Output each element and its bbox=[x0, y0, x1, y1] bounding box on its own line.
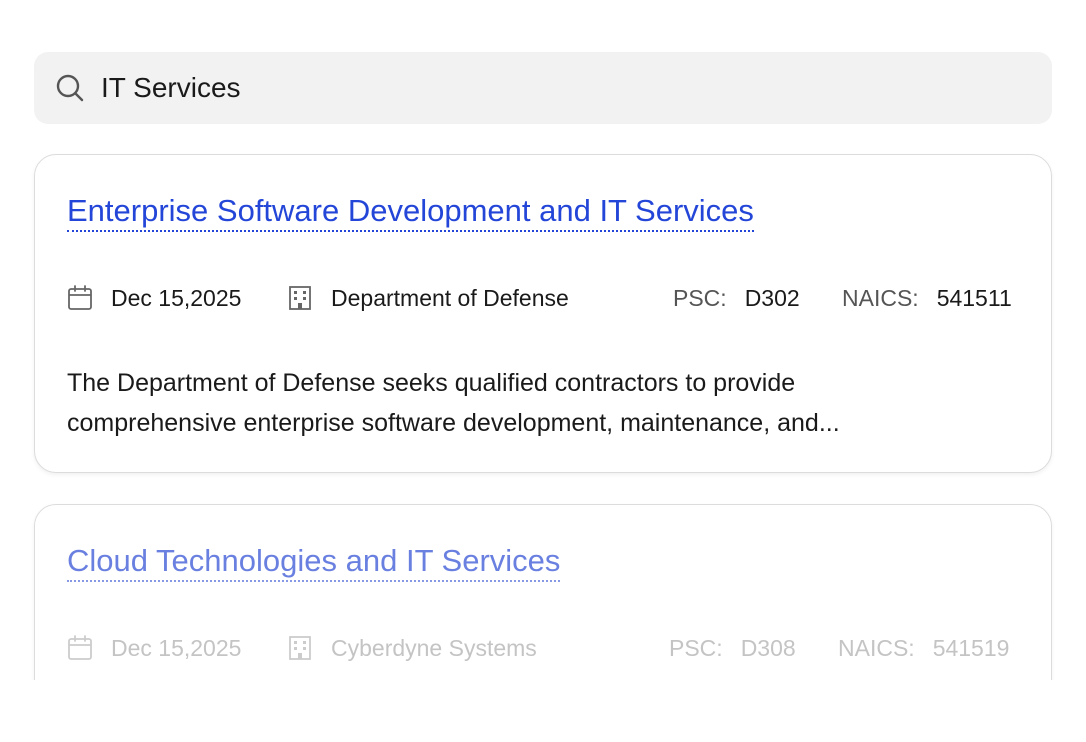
psc-label: PSC: bbox=[669, 635, 723, 661]
naics-label: NAICS: bbox=[838, 635, 915, 661]
result-agency-text: Cyberdyne Systems bbox=[331, 635, 537, 661]
result-date-text: Dec 15,2025 bbox=[111, 285, 242, 311]
result-card[interactable]: Enterprise Software Development and IT S… bbox=[34, 154, 1052, 473]
result-psc: PSC: D308 bbox=[669, 633, 796, 663]
result-description-line: The Department of Defense seeks qualifie… bbox=[67, 369, 796, 397]
result-naics: NAICS: 541511 bbox=[842, 283, 1012, 313]
building-icon bbox=[289, 286, 311, 310]
naics-label: NAICS: bbox=[842, 285, 919, 311]
psc-value: D308 bbox=[740, 635, 796, 661]
result-title-link[interactable]: Cloud Technologies and IT Services bbox=[67, 543, 561, 582]
result-psc: PSC: D302 bbox=[673, 283, 800, 313]
psc-label: PSC: bbox=[673, 285, 727, 311]
result-date: Dec 15,2025 bbox=[67, 633, 241, 663]
result-meta-row: Dec 15,2025 Cyberdyne Systems PSC: D308 … bbox=[67, 633, 1021, 663]
result-agency: Cyberdyne Systems bbox=[287, 633, 537, 663]
calendar-icon bbox=[68, 635, 92, 660]
result-agency-text: Department of Defense bbox=[331, 285, 569, 311]
result-date-text: Dec 15,2025 bbox=[111, 635, 242, 661]
result-date: Dec 15,2025 bbox=[67, 283, 241, 313]
result-description-line: comprehensive enterprise software develo… bbox=[67, 409, 840, 437]
page: Enterprise Software Development and IT S… bbox=[0, 0, 1086, 742]
search-icon bbox=[56, 74, 84, 102]
result-naics: NAICS: 541519 bbox=[838, 633, 1009, 663]
bottom-fade bbox=[0, 680, 1086, 742]
naics-value: 541511 bbox=[936, 285, 1012, 311]
naics-value: 541519 bbox=[932, 635, 1010, 661]
calendar-icon bbox=[68, 285, 92, 310]
result-meta-row: Dec 15,2025 Department of Defense PSC: D… bbox=[67, 283, 1021, 313]
result-description: The Department of Defense seeks qualifie… bbox=[67, 363, 1027, 443]
result-agency: Department of Defense bbox=[287, 283, 569, 313]
result-title-link[interactable]: Enterprise Software Development and IT S… bbox=[67, 193, 754, 232]
psc-value: D302 bbox=[744, 285, 800, 311]
search-input[interactable] bbox=[101, 70, 1001, 106]
building-icon bbox=[289, 636, 311, 660]
